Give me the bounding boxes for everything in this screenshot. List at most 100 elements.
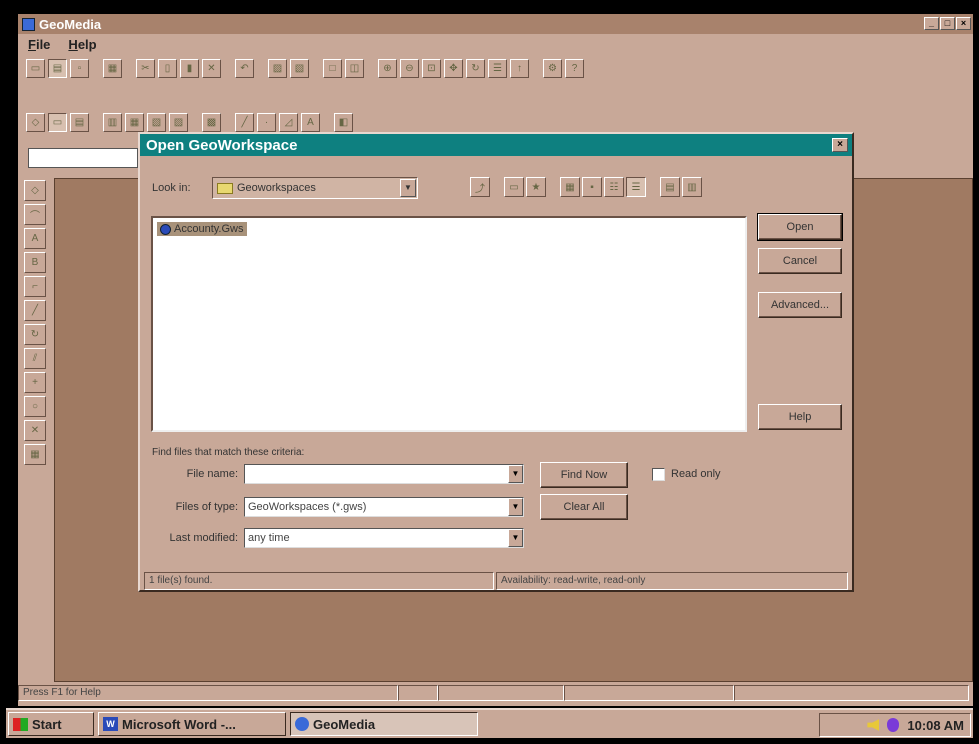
text-tool-icon[interactable]: A (301, 112, 320, 132)
diagonal-line-icon[interactable]: ╱ (24, 300, 46, 321)
zoom-out-icon[interactable]: ⊖ (400, 58, 419, 78)
dialog-titlebar[interactable]: Open GeoWorkspace × (140, 134, 852, 156)
bold-label-icon[interactable]: B (24, 252, 46, 273)
rotate-tool-icon[interactable]: ↻ (24, 324, 46, 345)
last-modified-label: Last modified: (169, 532, 238, 544)
minimize-button[interactable]: _ (924, 17, 939, 30)
list-item[interactable]: Accounty.Gws (157, 222, 247, 236)
point-tool-icon[interactable]: · (257, 112, 276, 132)
advanced-button[interactable]: Advanced... (758, 292, 842, 318)
context-help-icon[interactable]: ? (565, 58, 584, 78)
properties-view-icon[interactable]: ▤ (660, 177, 680, 197)
details-view-icon[interactable]: ☰ (626, 177, 646, 197)
zoom-window-icon[interactable]: □ (323, 58, 342, 78)
properties-icon[interactable]: ▧ (290, 58, 309, 78)
small-icons-view-icon[interactable]: ▪ (582, 177, 602, 197)
paste-icon[interactable]: ▮ (180, 58, 199, 78)
fit-all-icon[interactable]: ⊡ (422, 58, 441, 78)
copy-feature-icon[interactable]: ▧ (147, 112, 166, 132)
undo-icon[interactable]: ↶ (235, 58, 254, 78)
speaker-icon[interactable] (867, 719, 880, 731)
query-icon[interactable]: ◧ (334, 112, 353, 132)
help-button[interactable]: Help (758, 404, 842, 430)
list-view-icon[interactable]: ☷ (604, 177, 624, 197)
favorites-icon[interactable]: ★ (526, 177, 546, 197)
geomedia-app-icon (22, 17, 35, 31)
circle-tool-icon[interactable]: ○ (24, 396, 46, 417)
app-titlebar[interactable]: GeoMedia _ □ × (18, 14, 973, 34)
label-tool-icon[interactable]: A (24, 228, 46, 249)
clock[interactable]: 10:08 AM (907, 718, 964, 733)
feature-icon[interactable]: ◇ (26, 112, 45, 132)
open-button[interactable]: Open (757, 213, 843, 241)
legend-icon[interactable]: ☰ (488, 58, 507, 78)
layer-icon[interactable]: ▤ (70, 112, 89, 132)
large-icons-view-icon[interactable]: ▦ (560, 177, 580, 197)
print-icon[interactable]: ▦ (103, 58, 122, 78)
read-only-checkbox[interactable] (652, 468, 665, 481)
add-point-icon[interactable]: + (24, 372, 46, 393)
files-of-type-select[interactable]: GeoWorkspaces (*.gws) (244, 497, 524, 517)
open-geoworkspace-icon[interactable]: ▤ (48, 58, 67, 78)
chevron-down-icon[interactable]: ▼ (508, 465, 523, 483)
delete-vertex-icon[interactable]: ✕ (24, 420, 46, 441)
menu-file[interactable]: File (28, 37, 50, 52)
delete-icon[interactable]: ✕ (202, 58, 221, 78)
new-geoworkspace-icon[interactable]: ▭ (26, 58, 45, 78)
line-tool-icon[interactable]: ╱ (235, 112, 254, 132)
zoom-in-icon[interactable]: ⊕ (378, 58, 397, 78)
preview-view-icon[interactable]: ▥ (682, 177, 702, 197)
edit-feature-icon[interactable]: ▦ (125, 112, 144, 132)
close-button[interactable]: × (956, 17, 971, 30)
pan-icon[interactable]: ✥ (444, 58, 463, 78)
status-files-found: 1 file(s) found. (144, 572, 494, 590)
analysis-icon[interactable]: ▩ (202, 112, 221, 132)
task-microsoft-word[interactable]: W Microsoft Word -... (98, 712, 286, 736)
menu-help[interactable]: Help (68, 37, 96, 52)
insert-feature-icon[interactable]: ▥ (103, 112, 122, 132)
start-button[interactable]: Start (8, 712, 94, 736)
grid-tool-icon[interactable]: ▦ (24, 444, 46, 465)
save-icon[interactable]: ▫ (70, 58, 89, 78)
desktop-icon[interactable]: ▭ (504, 177, 524, 197)
select-icon[interactable]: ▭ (48, 112, 67, 132)
zoom-previous-icon[interactable]: ◫ (345, 58, 364, 78)
task-geomedia[interactable]: GeoMedia (290, 712, 478, 736)
north-arrow-icon[interactable]: ↑ (510, 58, 529, 78)
shield-icon[interactable] (887, 718, 900, 732)
criteria-label: Find files that match these criteria: (152, 447, 305, 458)
refresh-icon[interactable]: ↻ (466, 58, 485, 78)
status-availability: Availability: read-write, read-only (496, 572, 848, 590)
command-input[interactable] (28, 148, 138, 168)
copy-icon[interactable]: ▯ (158, 58, 177, 78)
settings-icon[interactable]: ⚙ (543, 58, 562, 78)
windows-taskbar: Start W Microsoft Word -... GeoMedia 10:… (6, 708, 973, 738)
area-tool-icon[interactable]: ◿ (279, 112, 298, 132)
file-name-field[interactable] (244, 464, 524, 484)
clear-all-button[interactable]: Clear All (540, 494, 628, 520)
chevron-down-icon[interactable]: ▼ (400, 179, 416, 197)
maximize-button[interactable]: □ (940, 17, 955, 30)
look-in-dropdown[interactable]: Geoworkspaces ▼ (212, 177, 418, 199)
chevron-down-icon[interactable]: ▼ (508, 529, 523, 547)
find-now-button[interactable]: Find Now (540, 462, 628, 488)
last-modified-select[interactable]: any time (244, 528, 524, 548)
look-in-value: Geoworkspaces (237, 182, 316, 194)
vertex-tool-icon[interactable]: ◇ (24, 180, 46, 201)
dialog-title: Open GeoWorkspace (146, 136, 298, 154)
move-feature-icon[interactable]: ▨ (169, 112, 188, 132)
arc-tool-icon[interactable]: ⌒ (24, 204, 46, 225)
cut-icon[interactable]: ✂ (136, 58, 155, 78)
polyline-tool-icon[interactable]: ⌐ (24, 276, 46, 297)
status-cell-4 (564, 685, 734, 701)
dialog-toolbar: ⤴ ▭ ★ ▦ ▪ ☷ ☰ ▤ ▥ (470, 177, 702, 197)
menubar: File Help (18, 34, 973, 54)
cancel-button[interactable]: Cancel (758, 248, 842, 274)
task-label: GeoMedia (313, 716, 376, 732)
dialog-close-button[interactable]: × (832, 138, 848, 152)
chevron-down-icon[interactable]: ▼ (508, 498, 523, 516)
split-tool-icon[interactable]: ⫽ (24, 348, 46, 369)
file-list[interactable]: Accounty.Gws (151, 216, 747, 432)
select-tool-icon[interactable]: ▨ (268, 58, 287, 78)
up-one-level-icon[interactable]: ⤴ (470, 177, 490, 197)
